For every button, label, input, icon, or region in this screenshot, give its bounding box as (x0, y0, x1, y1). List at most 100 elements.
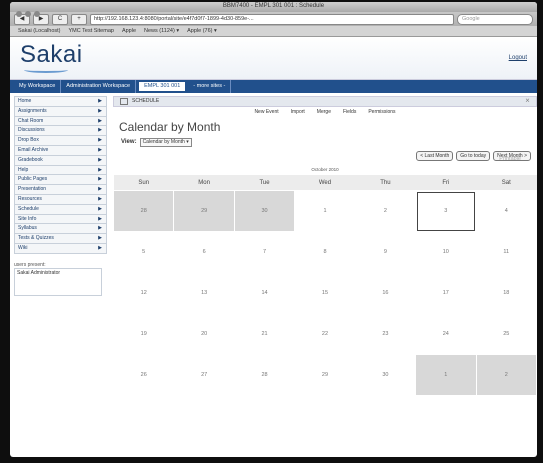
add-bookmark-button[interactable]: + (71, 13, 87, 25)
address-bar[interactable]: http://192.168.123.4:8080/portal/site/e4… (90, 13, 454, 25)
calendar-day[interactable]: 9 (354, 231, 417, 273)
tool-menu-item[interactable]: Resources ▶ (14, 194, 107, 205)
calendar-day[interactable]: 22 (294, 313, 356, 355)
calendar-day[interactable]: 10 (415, 231, 477, 273)
bookmark-item[interactable]: YMC Test Sitemap (69, 28, 114, 34)
window-title: BBM7400 - EMPL 301 001 : Schedule (222, 3, 325, 9)
tool-menu-item[interactable]: Public Pages ▶ (14, 175, 107, 186)
tool-menu-item[interactable]: Wiki ▶ (14, 243, 107, 254)
expand-arrow-icon: ▶ (98, 215, 102, 222)
calendar-day[interactable]: 4 (475, 190, 537, 232)
action-bar: New Event Import Merge Fields Permissions (113, 107, 537, 118)
tool-menu-item[interactable]: Presentation ▶ (14, 185, 107, 195)
tool-menu-item[interactable]: Discussions ▶ (14, 126, 107, 137)
page-layout: Home ▶ Assignments ▶ Chat Room ▶ Discussions ▶ D… (10, 92, 537, 457)
tool-menu-item[interactable]: Email Archive ▶ (14, 145, 107, 156)
logout-link[interactable]: Logout (509, 55, 527, 61)
portlet-icon (120, 98, 128, 105)
calendar-day[interactable]: 19 (112, 313, 175, 355)
calendar-day[interactable]: 1 (294, 190, 356, 232)
calendar-week: 26 27 28 29 30 1 2 (112, 354, 537, 396)
tool-menu-item[interactable]: Syllabus ▶ (14, 224, 107, 235)
printable-link[interactable]: Printable (499, 156, 521, 162)
calendar-day[interactable]: 30 (354, 354, 417, 396)
calendar-day[interactable]: 2 (354, 190, 417, 232)
tool-menu-label: Discussions (18, 127, 45, 134)
tool-menu-item[interactable]: Home ▶ (14, 96, 107, 107)
action-link[interactable]: Permissions (368, 109, 395, 115)
calendar-day[interactable]: 12 (112, 272, 175, 314)
calendar-day[interactable]: 30 (233, 190, 296, 232)
month-calendar: Sun Mon Tue Wed Thu Fri Sat 28 29 30 1 2 3 4 5 6 7 8 9 10 1… (112, 175, 537, 396)
calendar-day[interactable]: 6 (173, 231, 235, 273)
tool-menu-label: Resources (18, 195, 42, 202)
view-label: View: (121, 139, 137, 145)
sakai-logo[interactable]: Sakai (20, 41, 83, 69)
calendar-day[interactable]: 13 (173, 272, 235, 314)
calendar-day[interactable]: 27 (173, 354, 235, 396)
bookmark-item[interactable]: Apple (76) ▾ (187, 28, 217, 34)
calendar-day[interactable]: 17 (415, 272, 477, 314)
close-window-icon[interactable] (16, 11, 22, 17)
calendar-day[interactable]: 24 (415, 313, 477, 355)
calendar-day[interactable]: 7 (233, 231, 296, 273)
bookmark-item[interactable]: Sakai (Localhost) (18, 28, 61, 34)
page-title: Calendar by Month (119, 120, 221, 134)
tool-menu-item[interactable]: Tests & Quizzes ▶ (14, 234, 107, 244)
tool-menu-label: Email Archive (18, 146, 49, 153)
tool-menu-label: Assignments (18, 107, 47, 114)
main-content: SCHEDULE ⨯ New Event Import Merge Fields Per… (107, 92, 537, 457)
calendar-day[interactable]: 29 (294, 354, 356, 396)
calendar-day[interactable]: 20 (173, 313, 235, 355)
calendar-day[interactable]: 28 (233, 354, 296, 396)
expand-arrow-icon: ▶ (98, 176, 102, 183)
last-month-button[interactable]: < Last Month (416, 151, 454, 161)
calendar-day[interactable]: 16 (354, 272, 417, 314)
tool-menu-label: Chat Room (18, 117, 44, 124)
calendar-day[interactable]: 15 (294, 272, 356, 314)
reload-button[interactable]: C (52, 13, 68, 25)
tool-menu-item[interactable]: Schedule ▶ (14, 204, 107, 215)
site-tab[interactable]: EMPL 301 001 (138, 81, 187, 92)
calendar-day[interactable]: 29 (173, 190, 235, 232)
bookmark-item[interactable]: Apple (122, 28, 136, 34)
calendar-day[interactable]: 2 (475, 354, 537, 396)
calendar-day[interactable]: 18 (475, 272, 537, 314)
action-link[interactable]: Import (291, 109, 305, 115)
expand-arrow-icon: ▶ (98, 137, 102, 144)
calendar-day[interactable]: 14 (233, 272, 296, 314)
action-link[interactable]: Fields (343, 109, 356, 115)
calendar-day[interactable]: 28 (112, 190, 175, 232)
minimize-window-icon[interactable] (25, 11, 31, 17)
tool-menu-item[interactable]: Drop Box ▶ (14, 136, 107, 146)
expand-arrow-icon: ▶ (98, 117, 102, 124)
tool-menu-item[interactable]: Chat Room ▶ (14, 116, 107, 127)
window-titlebar: BBM7400 - EMPL 301 001 : Schedule (10, 2, 537, 17)
search-field[interactable]: Google (457, 13, 533, 25)
calendar-day[interactable]: 11 (475, 231, 537, 273)
calendar-day[interactable]: 21 (233, 313, 296, 355)
weekday-label: Mon (173, 175, 235, 191)
calendar-day[interactable]: 1 (415, 354, 477, 396)
calendar-day[interactable]: 5 (112, 231, 175, 273)
bookmark-item[interactable]: News (1124) ▾ (144, 28, 179, 34)
action-link[interactable]: New Event (254, 109, 278, 115)
tool-menu-item[interactable]: Assignments ▶ (14, 106, 107, 117)
tool-menu-label: Tests & Quizzes (18, 235, 54, 242)
tool-menu-item[interactable]: Gradebook ▶ (14, 155, 107, 166)
reset-icon[interactable]: ⨯ (525, 97, 530, 106)
calendar-day-today[interactable]: 3 (415, 190, 477, 232)
calendar-day[interactable]: 23 (354, 313, 417, 355)
tool-menu-label: Gradebook (18, 156, 43, 163)
view-select[interactable]: Calendar by Month ▾ (139, 137, 192, 147)
go-to-today-button[interactable]: Go to today (456, 151, 491, 161)
tool-menu-item[interactable]: Help ▶ (14, 165, 107, 176)
expand-arrow-icon: ▶ (98, 235, 102, 242)
tool-menu-label: Presentation (18, 186, 47, 193)
calendar-day[interactable]: 8 (294, 231, 356, 273)
tool-menu-item[interactable]: Site Info ▶ (14, 214, 107, 225)
calendar-day[interactable]: 26 (112, 354, 175, 396)
zoom-window-icon[interactable] (34, 11, 40, 17)
calendar-day[interactable]: 25 (475, 313, 537, 355)
action-link[interactable]: Merge (317, 109, 331, 115)
